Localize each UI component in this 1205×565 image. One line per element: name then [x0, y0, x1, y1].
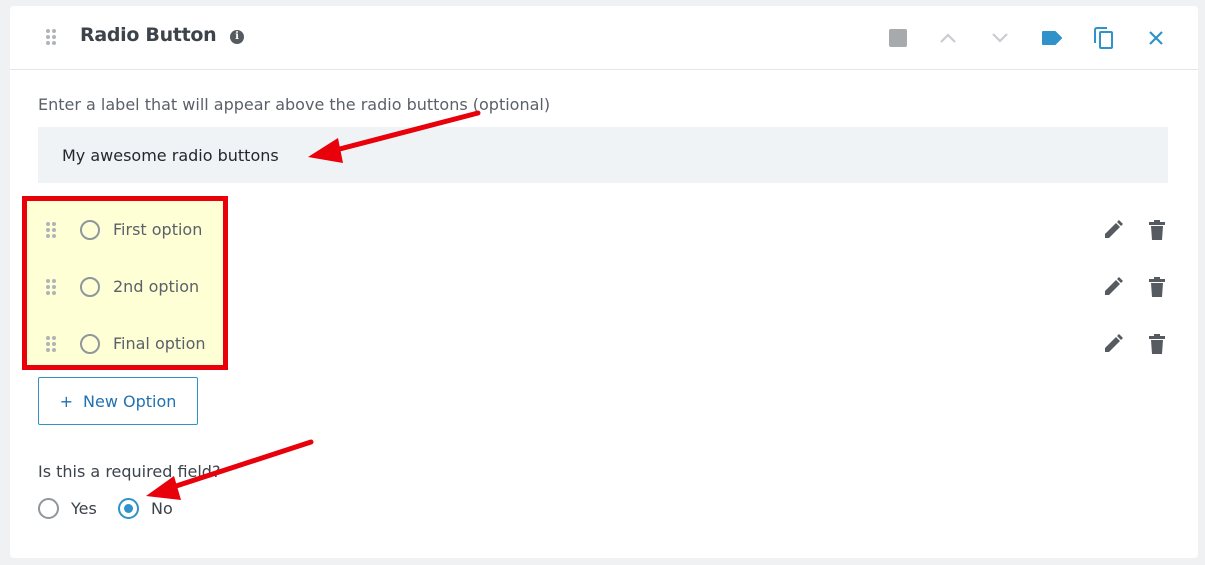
annotation-arrow-icon	[146, 439, 314, 500]
annotation-arrow-icon	[308, 110, 481, 163]
annotation-arrows	[146, 110, 481, 500]
